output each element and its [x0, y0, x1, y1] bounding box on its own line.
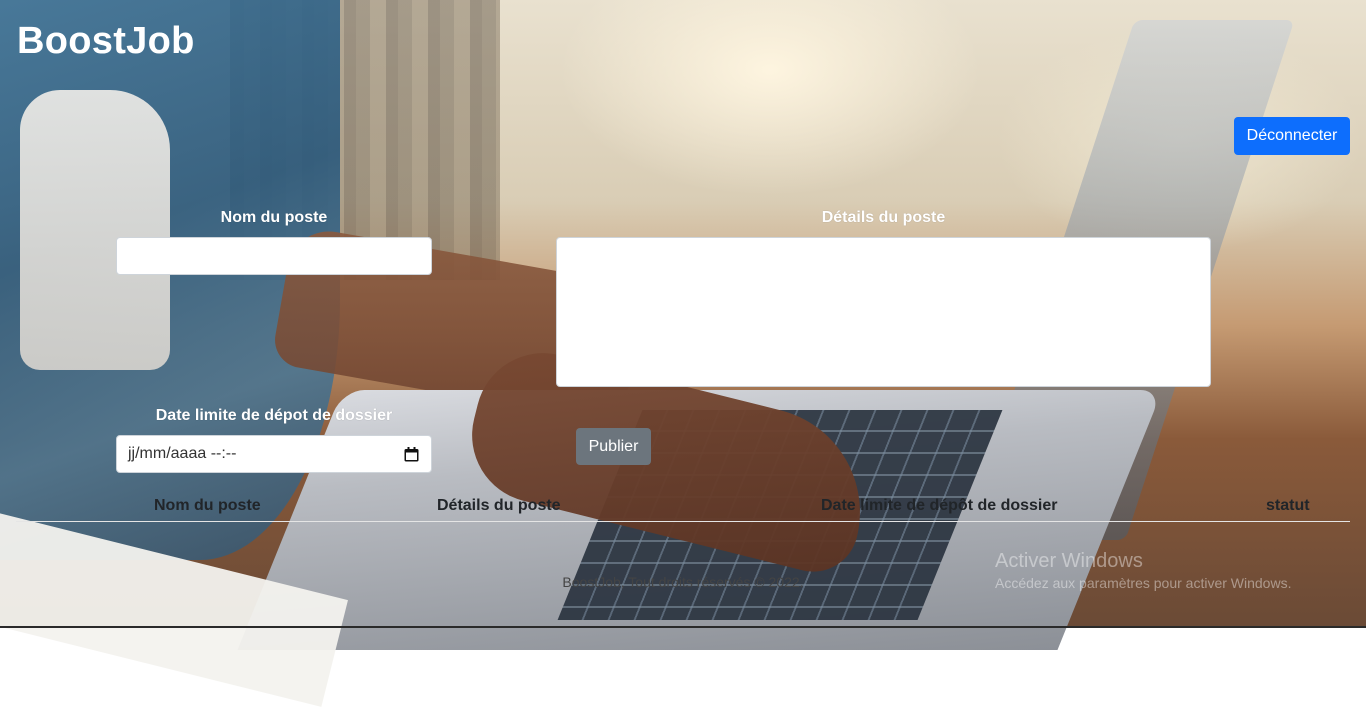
job-name-label: Nom du poste [220, 209, 328, 226]
deadline-label: Date limite de dépot de dossier [155, 407, 393, 424]
windows-activation-subtitle: Accédez aux paramètres pour activer Wind… [995, 575, 1292, 591]
job-details-label: Détails du poste [821, 209, 946, 226]
logout-button[interactable]: Déconnecter [1234, 117, 1350, 155]
job-name-input[interactable] [116, 237, 432, 275]
job-details-textarea[interactable] [556, 237, 1211, 387]
windows-activation-title: Activer Windows [995, 550, 1143, 572]
deadline-datetime-input[interactable]: jj/mm/aaaa --:-- [116, 435, 432, 473]
table-divider [16, 521, 1350, 522]
table-header-status: statut [1266, 497, 1310, 514]
table-header-deadline: Date limite de dépôt de dossier [821, 497, 1058, 514]
deadline-placeholder: jj/mm/aaaa --:-- [128, 445, 237, 462]
calendar-icon[interactable] [404, 446, 419, 462]
table-header-job-details: Détails du poste [437, 497, 561, 514]
background-undershirt [20, 90, 170, 370]
table-header-job-name: Nom du poste [154, 497, 261, 514]
brand-logo[interactable]: BoostJob [17, 20, 195, 63]
publish-button[interactable]: Publier [576, 428, 651, 465]
